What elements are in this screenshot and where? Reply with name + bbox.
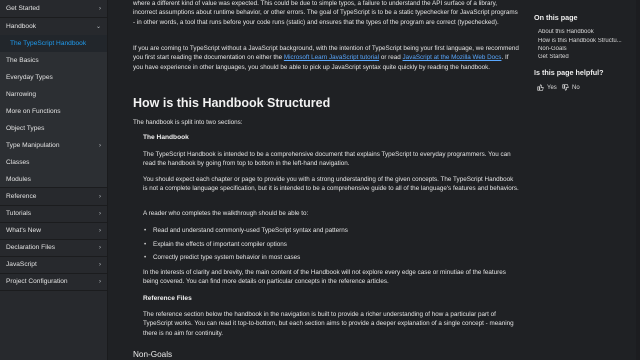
sidebar-item-type-manipulation[interactable]: Type Manipulation › [0,137,107,154]
sidebar-item-reference[interactable]: Reference › [0,188,107,205]
no-button[interactable]: No [562,84,580,91]
sidebar-item-everyday-types[interactable]: Everyday Types [0,69,107,86]
sidebar-item-label: Classes [6,159,30,166]
sidebar-item-the-basics[interactable]: The Basics [0,52,107,69]
sidebar-item-object-types[interactable]: Object Types [0,120,107,137]
main-content: where a different kind of value was expe… [122,0,520,360]
sidebar-item-label: Everyday Types [6,74,53,81]
chevron-right-icon: › [99,193,101,200]
non-goals-heading: Non-Goals [133,350,173,359]
sidebar-item-whats-new[interactable]: What's New › [0,222,107,239]
handbook-subheading: The Handbook [143,134,189,141]
microsoft-learn-link[interactable]: Microsoft Learn JavaScript tutorial [284,54,379,61]
split-intro: The handbook is split into two sections: [133,119,243,126]
reference-paragraph: The reference section below the handbook… [143,311,514,337]
sidebar-item-project-configuration[interactable]: Project Configuration › [0,273,107,290]
toc-link-about[interactable]: About this Handbook [538,29,634,35]
sidebar-item-narrowing[interactable]: Narrowing [0,86,107,103]
chevron-right-icon: › [99,278,101,285]
chevron-right-icon: › [99,210,101,217]
sidebar-item-classes[interactable]: Classes [0,154,107,171]
toc-link-structure[interactable]: How is this Handbook Structu... [538,38,634,44]
sidebar-item-declaration-files[interactable]: Declaration Files › [0,239,107,256]
sidebar-item-typescript-handbook[interactable]: The TypeScript Handbook [0,35,107,52]
thumbs-up-icon [537,84,544,91]
sidebar-item-label: The TypeScript Handbook [10,40,87,47]
reference-files-subheading: Reference Files [143,295,192,302]
sidebar-item-label: Handbook [6,23,37,30]
yes-label: Yes [547,84,557,91]
toc-link-get-started[interactable]: Get Started [538,54,634,60]
list-item: Explain the effects of important compile… [144,240,287,250]
sidebar-item-label: Declaration Files [6,244,56,251]
handbook-paragraph-3: A reader who completes the walkthrough s… [143,210,309,217]
page-scrollbar[interactable] [636,0,640,360]
thumbs-down-icon [562,84,569,91]
sidebar-item-label: The Basics [6,57,39,64]
sidebar-item-label: Modules [6,176,31,183]
sidebar-item-label: What's New [6,227,41,234]
handbook-paragraph-4: In the interests of clarity and brevity,… [143,269,506,286]
list-item: Correctly predict type system behavior i… [144,253,300,263]
divider [0,290,107,291]
helpful-title: Is this page helpful? [534,68,604,77]
sidebar-item-label: Narrowing [6,91,37,98]
section-heading: How is this Handbook Structured [133,96,331,110]
sidebar-item-handbook[interactable]: Handbook ⌄ [0,18,107,35]
sidebar-item-label: Tutorials [6,210,32,217]
chevron-right-icon: › [99,5,101,12]
on-this-page-rail: On this page About this Handbook How is … [520,0,640,360]
sidebar-nav: Get Started › Handbook ⌄ The TypeScript … [0,0,108,360]
chevron-down-icon: ⌄ [95,24,101,30]
chevron-right-icon: › [99,261,101,268]
on-this-page-title: On this page [534,13,578,22]
chevron-right-icon: › [99,227,101,234]
sidebar-item-tutorials[interactable]: Tutorials › [0,205,107,222]
sidebar-item-label: Object Types [6,125,45,132]
text-segment: or read [379,54,403,62]
sidebar-item-label: JavaScript [6,261,37,268]
sidebar-item-label: Reference [6,193,37,200]
yes-button[interactable]: Yes [537,84,557,91]
chevron-right-icon: › [99,244,101,251]
intro-paragraph: where a different kind of value was expe… [133,0,518,26]
handbook-paragraph-2: You should expect each chapter or page t… [143,176,519,193]
no-label: No [572,84,580,91]
handbook-paragraph-1: The TypeScript Handbook is intended to b… [143,151,511,168]
sidebar-item-label: Type Manipulation [6,142,60,149]
mozilla-web-docs-link[interactable]: JavaScript at the Mozilla Web Docs [403,54,502,61]
intro-paragraph-2: If you are coming to TypeScript without … [133,44,519,72]
sidebar-item-label: Get Started [6,5,40,12]
sidebar-item-javascript[interactable]: JavaScript › [0,256,107,273]
sidebar-item-label: More on Functions [6,108,61,115]
sidebar-item-get-started[interactable]: Get Started › [0,0,107,17]
list-item: Read and understand commonly-used TypeSc… [144,226,348,236]
sidebar-item-modules[interactable]: Modules [0,171,107,188]
sidebar-item-label: Project Configuration [6,278,68,285]
sidebar-item-more-on-functions[interactable]: More on Functions [0,103,107,120]
chevron-right-icon: › [99,142,101,149]
toc-link-non-goals[interactable]: Non-Goals [538,46,634,52]
